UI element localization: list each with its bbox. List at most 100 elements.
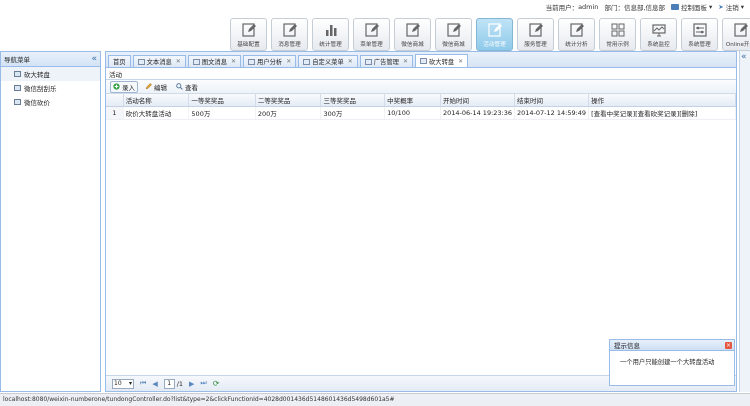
toolbar-button[interactable]: 系统监控 [640,18,677,51]
tab[interactable]: 广告管理 ✕ [359,55,413,67]
column-header[interactable]: 一等奖奖品 [188,94,256,107]
tab-label: 文本消息 [146,59,172,66]
tab[interactable]: 自定义菜单 ✕ [298,55,358,67]
search-icon [176,83,183,90]
control-panel-label: 控制面板 [681,4,708,12]
collapse-left-icon[interactable]: « [91,54,97,64]
settings-icon [692,23,707,37]
nav-item[interactable]: 砍大转盘 [1,67,100,81]
next-page-icon[interactable]: ▶ [189,380,194,388]
add-button[interactable]: 录入 [110,80,138,93]
column-header[interactable]: 结束时间 [514,94,590,107]
header: 当前用户： admin 部门： 信息部,信息部 控制面板 ▾ ➤ 注销 ▾ 基础配置 消息管… [0,0,750,57]
logout-link[interactable]: ➤ 注销 ▾ [718,2,744,12]
view-label: 查看 [185,83,198,92]
panel-title: 活动 [106,68,736,80]
tab-close-icon[interactable]: ✕ [286,58,291,65]
column-header[interactable]: 三等奖奖品 [320,94,386,107]
toolbar-button[interactable]: 微信商城 [394,18,431,51]
column-header[interactable]: 二等奖奖品 [255,94,322,107]
toolbar-button-label: 基础配置 [237,42,260,48]
right-collapsed-panel: « [739,51,750,392]
nav-item[interactable]: 微信刮刮乐 [1,81,100,95]
tab-close-icon[interactable]: ✕ [231,58,236,65]
toolbar-button[interactable]: 常用示例 [599,18,636,51]
column-header[interactable]: 中奖概率 [384,94,441,107]
prev-page-icon[interactable]: ◀ [152,380,157,388]
toolbar-button[interactable]: 统计管理 [312,18,349,51]
nav-item-icon [14,71,21,77]
notification-popup: 提示信息 × 一个用户只能创建一个大转盘活动 [609,339,735,386]
nav-item-label: 微信刮刮乐 [24,85,57,93]
table-row[interactable]: 1 砍价大转盘活动 500万 200万 300万 10/100 2014-06-14 19:… [106,106,736,120]
toolbar-button[interactable]: 微信商城 [435,18,472,51]
table-header-row: 活动名称 一等奖奖品 二等奖奖品 三等奖奖品 中奖概率 开始时间 结束时间 操作 [106,94,736,107]
tab[interactable]: 砍大转盘 ✕ [414,54,469,67]
dropdown-arrow-icon: ▾ [128,380,132,387]
table-cell: 2014-07-12 14:59:49 [514,106,590,120]
tab-close-icon[interactable]: ✕ [176,58,181,65]
view-button[interactable]: 查看 [174,82,200,92]
edit-icon [733,23,748,37]
toolbar-button-label: 系统监控 [647,42,670,48]
edit-icon [405,23,420,37]
toolbar-button-label: 菜单管理 [360,42,383,48]
tab[interactable]: 首页 [108,55,131,67]
plane-icon: ➤ [718,3,724,11]
control-panel-link[interactable]: 控制面板 ▾ [671,2,712,12]
last-page-icon[interactable]: ⏭ [200,379,206,388]
toolbar-button[interactable]: 系统管理 [681,18,718,51]
toolbar-button[interactable]: 服务管理 [517,18,554,51]
pencil-icon [145,83,152,90]
toolbar-button[interactable]: 活动管理 [476,18,513,51]
first-page-icon[interactable]: ⏮ [140,379,146,388]
total-pages: /1 [176,379,184,388]
row-number: 1 [106,106,124,120]
toolbar-button[interactable]: 菜单管理 [353,18,390,51]
toolbar-button[interactable]: Online开发 [722,18,750,51]
table-cell: 500万 [188,106,256,120]
refresh-icon[interactable]: ⟳ [213,379,220,388]
tab-icon [248,58,256,65]
row-actions[interactable]: [查看中奖记录][查看砍奖记录][删除] [588,106,736,120]
close-icon[interactable]: × [725,341,732,349]
edit-icon [364,23,379,37]
toolbar-button[interactable]: 消息管理 [271,18,308,51]
folder-icon [671,4,680,10]
tab[interactable]: 用户分析 ✕ [243,55,297,67]
toolbar-button[interactable]: 统计分析 [558,18,595,51]
tab[interactable]: 图文消息 ✕ [187,55,242,67]
edit-icon [282,23,297,37]
data-table: 活动名称 一等奖奖品 二等奖奖品 三等奖奖品 中奖概率 开始时间 结束时间 操作 1 砍价大转盘… [106,94,736,120]
rownum-header [106,94,124,107]
page-number-input[interactable]: 1 [163,378,175,389]
edit-button[interactable]: 编辑 [143,82,169,92]
tab-close-icon[interactable]: ✕ [458,58,463,65]
tab-close-icon[interactable]: ✕ [403,58,408,65]
edit-icon [528,23,543,37]
toolbar-button-label: Online开发 [725,42,750,48]
column-header[interactable]: 开始时间 [440,94,516,107]
tab-icon [364,58,372,65]
nav-item[interactable]: 微信砍价 [1,95,100,109]
column-header[interactable]: 活动名称 [123,94,190,107]
nav-list: 砍大转盘微信刮刮乐微信砍价 [1,67,100,109]
toolbar-button-label: 微信商城 [401,42,424,48]
add-icon [113,83,120,90]
bar-chart-icon [325,25,336,36]
tab[interactable]: 文本消息 ✕ [132,55,186,67]
edit-icon [446,23,461,37]
tab-close-icon[interactable]: ✕ [348,58,353,65]
page-size-value: 10 [114,380,122,387]
table-cell: 200万 [255,106,322,120]
nav-item-icon [14,99,21,105]
nav-panel-header: 导航菜单 « [1,52,100,67]
tab-label: 自定义菜单 [312,59,344,66]
toolbar-button[interactable]: 基础配置 [230,18,267,51]
popup-header: 提示信息 × [610,340,734,351]
expand-right-icon[interactable]: « [741,53,747,62]
toolbar-button-label: 服务管理 [524,42,547,48]
dept-label: 部门： [604,4,624,12]
column-header[interactable]: 操作 [588,94,736,107]
page-size-select[interactable]: 10 ▾ [112,378,134,389]
